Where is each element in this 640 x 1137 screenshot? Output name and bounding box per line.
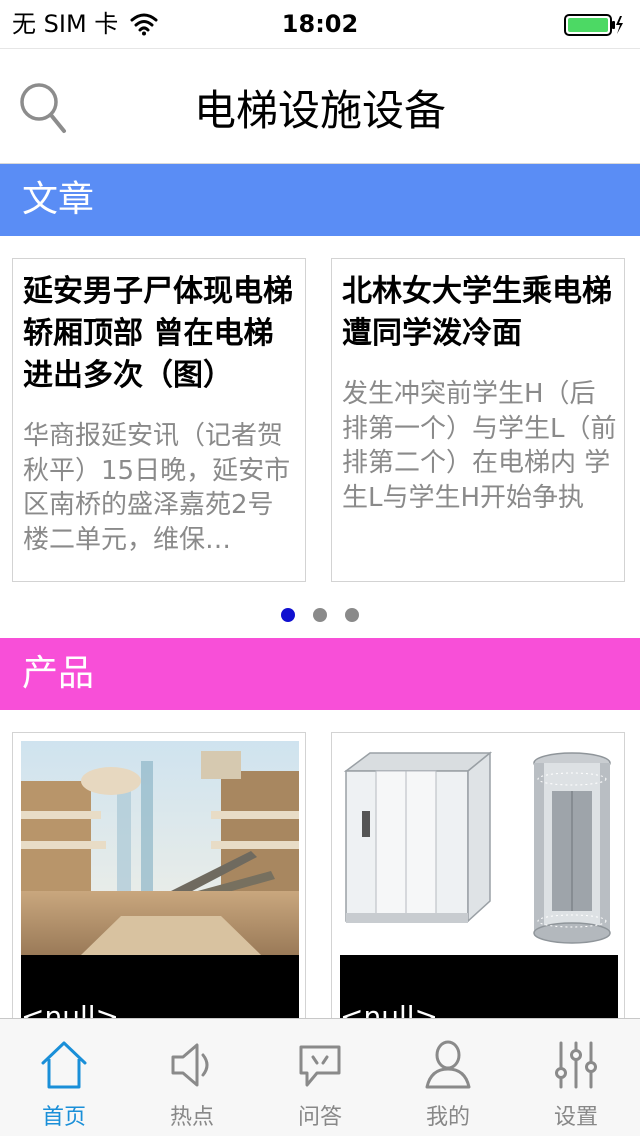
articles-section-label: 文章	[22, 179, 95, 220]
article-summary: 华商报延安讯（记者贺秋平）15日晚，延安市区南桥的盛泽嘉苑2号楼二单元，维保…	[23, 421, 291, 555]
sliders-icon	[555, 1041, 597, 1089]
speaker-icon	[171, 1043, 209, 1087]
article-title: 延安男子尸体现电梯轿厢顶部 曾在电梯进出多次（图）	[23, 274, 293, 393]
page-dot[interactable]	[313, 608, 327, 622]
battery-icon	[564, 14, 623, 36]
tab-qa[interactable]: 问答	[256, 1019, 384, 1137]
product-card[interactable]: <null>	[12, 732, 306, 1032]
status-bar: 无 SIM 卡 18:02	[0, 0, 640, 48]
glass-elevator-cabins-photo	[340, 741, 618, 955]
status-time: 18:02	[281, 10, 359, 38]
tab-mine[interactable]: 我的	[384, 1019, 512, 1137]
article-card[interactable]: 北林女大学生乘电梯遭同学泼冷面 发生冲突前学生H（后排第一个）与学生L（前排第二…	[331, 258, 625, 582]
mall-atrium-escalators-photo	[21, 741, 299, 955]
article-card[interactable]: 延安男子尸体现电梯轿厢顶部 曾在电梯进出多次（图） 华商报延安讯（记者贺秋平）1…	[12, 258, 306, 582]
article-summary: 发生冲突前学生H（后排第一个）与学生L（前排第二个）在电梯内 学生L与学生H开始…	[342, 379, 617, 513]
home-icon	[41, 1041, 87, 1089]
page-dot[interactable]	[345, 608, 359, 622]
tab-home[interactable]: 首页	[0, 1019, 128, 1137]
tab-bar: 首页 热点 问答 我的 设置	[0, 1018, 640, 1136]
products-section-header: 产品	[0, 638, 640, 710]
tab-label: 设置	[553, 1105, 598, 1130]
article-title: 北林女大学生乘电梯遭同学泼冷面	[342, 274, 612, 351]
page-title: 电梯设施设备	[193, 86, 446, 135]
chat-bubble-icon	[299, 1045, 341, 1087]
tab-label: 问答	[297, 1105, 342, 1130]
user-icon	[425, 1040, 471, 1089]
tab-settings[interactable]: 设置	[512, 1019, 640, 1137]
tab-label: 热点	[169, 1105, 214, 1130]
products-section-label: 产品	[22, 653, 95, 694]
tab-hot[interactable]: 热点	[128, 1019, 256, 1137]
tab-label: 首页	[41, 1105, 86, 1130]
product-card[interactable]: <null>	[331, 732, 625, 1032]
page-indicator	[0, 606, 640, 624]
page-dot[interactable]	[281, 608, 295, 622]
nav-bar: 电梯设施设备	[0, 48, 640, 164]
tab-label: 我的	[425, 1105, 470, 1130]
articles-section-header: 文章	[0, 164, 640, 236]
